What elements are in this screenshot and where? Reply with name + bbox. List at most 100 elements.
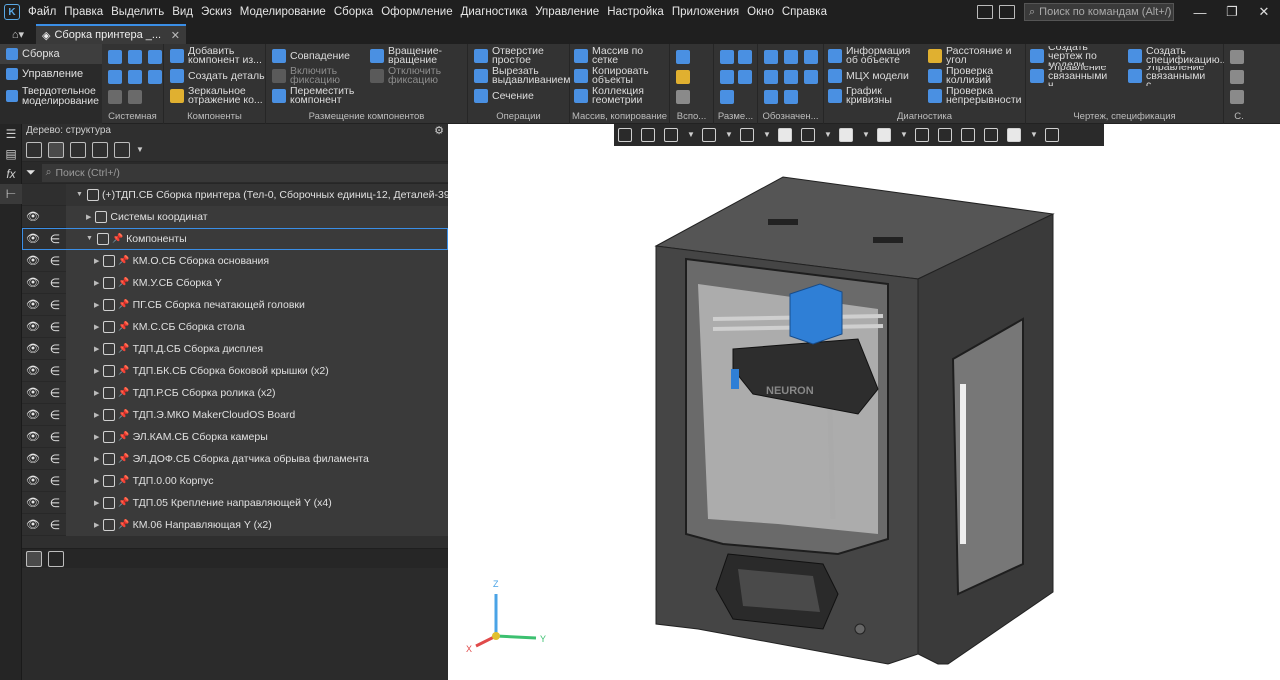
section-button[interactable]: Сечение <box>474 86 570 106</box>
manage-linked-drawings-button[interactable]: Управление связанными ч... <box>1030 66 1126 86</box>
tolerance-icon[interactable] <box>764 70 778 84</box>
mirror-button[interactable]: Зеркальное отражение ко... <box>170 86 266 106</box>
sort-icon[interactable] <box>114 141 130 158</box>
menu-window[interactable]: Окно <box>743 0 778 24</box>
leader-icon[interactable] <box>764 50 778 64</box>
eye-icon[interactable]: 👁 <box>22 342 44 355</box>
include-icon[interactable]: ∈ <box>44 430 66 444</box>
create-spec-button[interactable]: Создать спецификацию... <box>1128 46 1224 66</box>
eye-icon[interactable]: 👁 <box>22 408 44 421</box>
include-icon[interactable]: ∈ <box>44 276 66 290</box>
minimize-button[interactable]: — <box>1184 0 1216 24</box>
menu-design[interactable]: Оформление <box>377 0 456 24</box>
screenshot-icon[interactable] <box>999 5 1015 19</box>
expand-arrow-icon[interactable]: ▶ <box>94 257 99 265</box>
distance-angle-button[interactable]: Расстояние и угол <box>928 46 1026 66</box>
create-detail-button[interactable]: Создать деталь <box>170 66 266 86</box>
expand-arrow-icon[interactable]: ▶ <box>94 323 99 331</box>
menu-diagnostics[interactable]: Диагностика <box>457 0 532 24</box>
menu-modeling[interactable]: Моделирование <box>236 0 330 24</box>
tree-row-component[interactable]: 👁 ∈ ▶ 📌 ТДП.Э.МКО MakerCloudOS Board <box>22 403 448 426</box>
menu-settings[interactable]: Настройка <box>603 0 668 24</box>
menu-assembly[interactable]: Сборка <box>330 0 377 24</box>
tree-row-component[interactable]: 👁 ∈ ▶ 📌 ТДП.Р.СБ Сборка ролика (x2) <box>22 381 448 404</box>
aux-plane-icon[interactable] <box>676 70 690 84</box>
save-icon[interactable] <box>148 50 162 64</box>
include-icon[interactable]: ∈ <box>44 518 66 532</box>
collisions-button[interactable]: Проверка коллизий <box>928 66 1026 86</box>
select-view-icon[interactable] <box>92 141 108 158</box>
settings-icon[interactable] <box>1230 50 1244 64</box>
expand-arrow-icon[interactable]: ▶ <box>94 499 99 507</box>
tab-document[interactable]: ◈ Сборка принтера _... ✕ <box>36 24 186 44</box>
menu-file[interactable]: Файл <box>24 0 60 24</box>
tree-row-component[interactable]: 👁 ∈ ▶ 📌 КМ.О.СБ Сборка основания <box>22 249 448 272</box>
text-icon[interactable] <box>764 90 778 104</box>
collapse-arrow-icon[interactable]: ▼ <box>76 191 83 198</box>
mass-props-button[interactable]: МЦХ модели <box>828 66 926 86</box>
eye-icon[interactable]: 👁 <box>22 430 44 443</box>
aux-axis-icon[interactable] <box>676 90 690 104</box>
continuity-button[interactable]: Проверка непрерывности <box>928 86 1026 106</box>
gear-icon[interactable]: ⚙ <box>434 124 444 138</box>
paste-icon[interactable] <box>148 70 162 84</box>
tree-row-component[interactable]: 👁 ∈ ▶ 📌 ПГ.СБ Сборка печатающей головки <box>22 293 448 316</box>
eye-icon[interactable]: 👁 <box>22 276 44 289</box>
app-logo-icon[interactable]: K <box>0 0 24 24</box>
tree-row-coords[interactable]: 👁 ▶ Системы координат <box>22 205 448 228</box>
tree-row-component[interactable]: 👁 ∈ ▶ 📌 ТДП.05 Крепление направляющей Y (x4) <box>22 491 448 514</box>
measure-icon[interactable] <box>1230 70 1244 84</box>
tree-row-component[interactable]: 👁 ∈ ▶ 📌 ЭЛ.ДОФ.СБ Сборка датчика обрыва фила… <box>22 447 448 470</box>
copy-icon[interactable] <box>128 70 142 84</box>
mode-management[interactable]: Управление <box>0 64 102 84</box>
function-icon[interactable]: fx <box>0 164 22 184</box>
tree-row-component[interactable]: 👁 ∈ ▶ 📌 ТДП.БК.СБ Сборка боковой крышки (x2) <box>22 359 448 382</box>
close-button[interactable]: ✕ <box>1248 0 1280 24</box>
expand-arrow-icon[interactable]: ▶ <box>86 213 91 221</box>
tree-tab-icon[interactable] <box>26 550 42 567</box>
include-icon[interactable]: ∈ <box>44 342 66 356</box>
tree-row-component[interactable]: 👁 ∈ ▶ 📌 ТДП.0.00 Корпус <box>22 469 448 492</box>
eye-icon[interactable]: 👁 <box>22 386 44 399</box>
tree-row-component[interactable]: 👁 ∈ ▶ 📌 ЭЛ.КАМ.СБ Сборка камеры <box>22 425 448 448</box>
roughness-icon[interactable] <box>784 50 798 64</box>
chevron-down-icon[interactable]: ▼ <box>136 145 144 154</box>
command-search-input[interactable]: ⌕ Поиск по командам (Alt+/) <box>1024 3 1174 21</box>
properties-tab-icon[interactable] <box>48 550 64 567</box>
menu-sketch[interactable]: Эскиз <box>197 0 236 24</box>
close-tab-icon[interactable]: ✕ <box>171 29 180 42</box>
new-file-icon[interactable] <box>108 50 122 64</box>
properties-icon[interactable]: ▤ <box>0 144 22 164</box>
mark-icon[interactable] <box>784 70 798 84</box>
printer-model[interactable]: NEURON <box>448 124 1280 680</box>
rotation-button[interactable]: Вращение-вращение <box>370 46 466 66</box>
mode-solid-modeling[interactable]: Твердотельное моделирование <box>0 84 102 108</box>
expand-arrow-icon[interactable]: ▶ <box>94 279 99 287</box>
radius-dim-icon[interactable] <box>720 70 734 84</box>
copy-objects-button[interactable]: Копировать объекты <box>574 66 670 86</box>
include-icon[interactable]: ∈ <box>44 232 66 246</box>
expand-arrow-icon[interactable]: ▶ <box>94 433 99 441</box>
object-info-button[interactable]: Информация об объекте <box>828 46 926 66</box>
expand-arrow-icon[interactable]: ▶ <box>94 411 99 419</box>
undo-icon[interactable] <box>108 90 122 104</box>
3d-viewport[interactable]: ▼ ▼ ▼ ▼ ▼ ▼ ▼ NEURON Z Y X <box>448 124 1280 680</box>
eye-icon[interactable]: 👁 <box>22 210 44 223</box>
tree-row-component[interactable]: 👁 ∈ ▶ 📌 КМ.06 Направляющая Y (x2) <box>22 513 448 536</box>
expand-arrow-icon[interactable]: ▶ <box>94 367 99 375</box>
move-component-button[interactable]: Переместить компонент <box>272 86 368 106</box>
menu-management[interactable]: Управление <box>531 0 603 24</box>
eye-icon[interactable]: 👁 <box>22 232 44 245</box>
arc-dim-icon[interactable] <box>720 90 734 104</box>
menu-help[interactable]: Справка <box>778 0 831 24</box>
mode-assembly[interactable]: Сборка <box>0 44 102 64</box>
include-icon[interactable]: ∈ <box>44 452 66 466</box>
enable-fix-button[interactable]: Включить фиксацию <box>272 66 368 86</box>
assembly-view-icon[interactable] <box>70 141 86 158</box>
maximize-button[interactable]: ❐ <box>1216 0 1248 24</box>
home-icon[interactable]: ⌂▾ <box>0 24 36 44</box>
expand-arrow-icon[interactable]: ▶ <box>94 301 99 309</box>
cut-extrude-button[interactable]: Вырезать выдавливанием <box>474 66 570 86</box>
filter-icon[interactable]: ⏷ <box>26 165 36 180</box>
eye-icon[interactable]: 👁 <box>22 364 44 377</box>
